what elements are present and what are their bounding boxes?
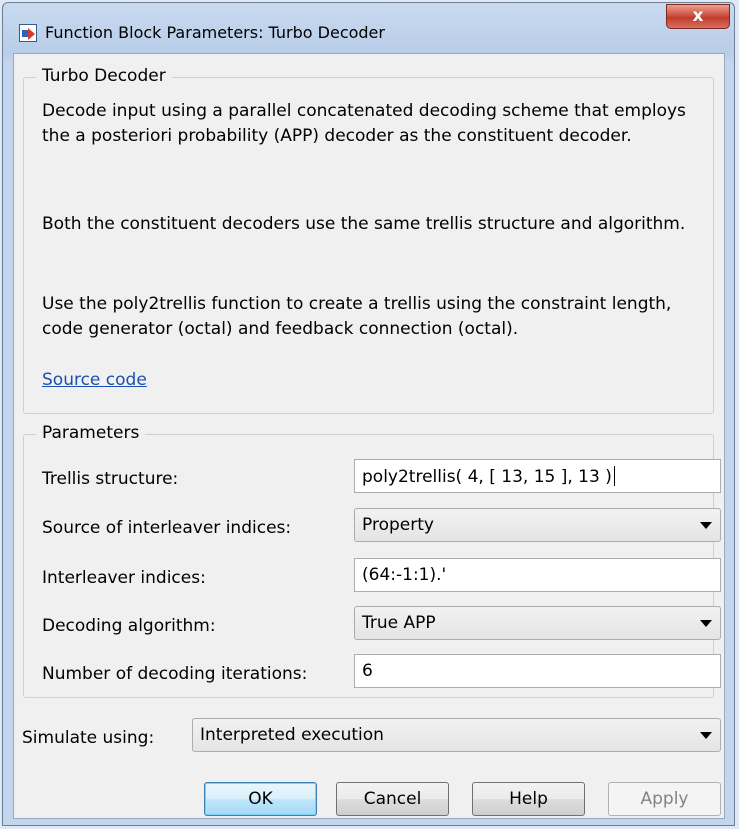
chevron-down-icon <box>700 522 712 529</box>
close-button[interactable]: x <box>666 4 730 29</box>
decoding-iterations-label: Number of decoding iterations: <box>42 664 308 684</box>
cancel-button[interactable]: Cancel <box>336 782 449 816</box>
ok-button[interactable]: OK <box>204 782 317 816</box>
description-group-title: Turbo Decoder <box>36 66 172 86</box>
simulate-using-select[interactable]: Interpreted execution <box>192 718 721 752</box>
parameters-group-title: Parameters <box>36 423 146 443</box>
trellis-structure-value: poly2trellis( 4, [ 13, 15 ], 13 ) <box>362 467 612 487</box>
close-icon: x <box>692 6 704 26</box>
simulink-block-icon <box>19 24 37 42</box>
interleaver-indices-input[interactable]: (64:-1:1).' <box>354 558 721 592</box>
title-bar[interactable]: Function Block Parameters: Turbo Decoder… <box>3 3 734 59</box>
apply-button: Apply <box>608 782 721 816</box>
interleaver-source-select[interactable]: Property <box>354 508 721 542</box>
source-code-link[interactable]: Source code <box>42 370 147 390</box>
help-button[interactable]: Help <box>472 782 585 816</box>
interleaver-indices-label: Interleaver indices: <box>42 568 206 588</box>
decoding-algorithm-value: True APP <box>362 613 436 633</box>
simulate-using-label: Simulate using: <box>22 728 155 748</box>
decoding-iterations-input[interactable]: 6 <box>354 654 721 688</box>
interleaver-source-value: Property <box>362 515 434 535</box>
trellis-structure-input[interactable]: poly2trellis( 4, [ 13, 15 ], 13 ) <box>354 459 721 493</box>
window-title: Function Block Parameters: Turbo Decoder <box>45 23 385 42</box>
decoding-algorithm-select[interactable]: True APP <box>354 606 721 640</box>
description-paragraph: Decode input using a parallel concatenat… <box>42 101 686 146</box>
simulate-using-value: Interpreted execution <box>200 725 384 745</box>
text-cursor <box>613 466 615 486</box>
decoding-algorithm-label: Decoding algorithm: <box>42 616 216 636</box>
description-paragraph: Both the constituent decoders use the sa… <box>42 214 686 234</box>
chevron-down-icon <box>700 620 712 627</box>
dialog-window: Function Block Parameters: Turbo Decoder… <box>2 2 735 826</box>
dialog-body: Turbo Decoder Decode input using a paral… <box>13 53 725 819</box>
description-paragraph: Use the poly2trellis function to create … <box>42 294 672 339</box>
trellis-structure-label: Trellis structure: <box>42 469 179 489</box>
chevron-down-icon <box>700 732 712 739</box>
interleaver-source-label: Source of interleaver indices: <box>42 518 292 538</box>
